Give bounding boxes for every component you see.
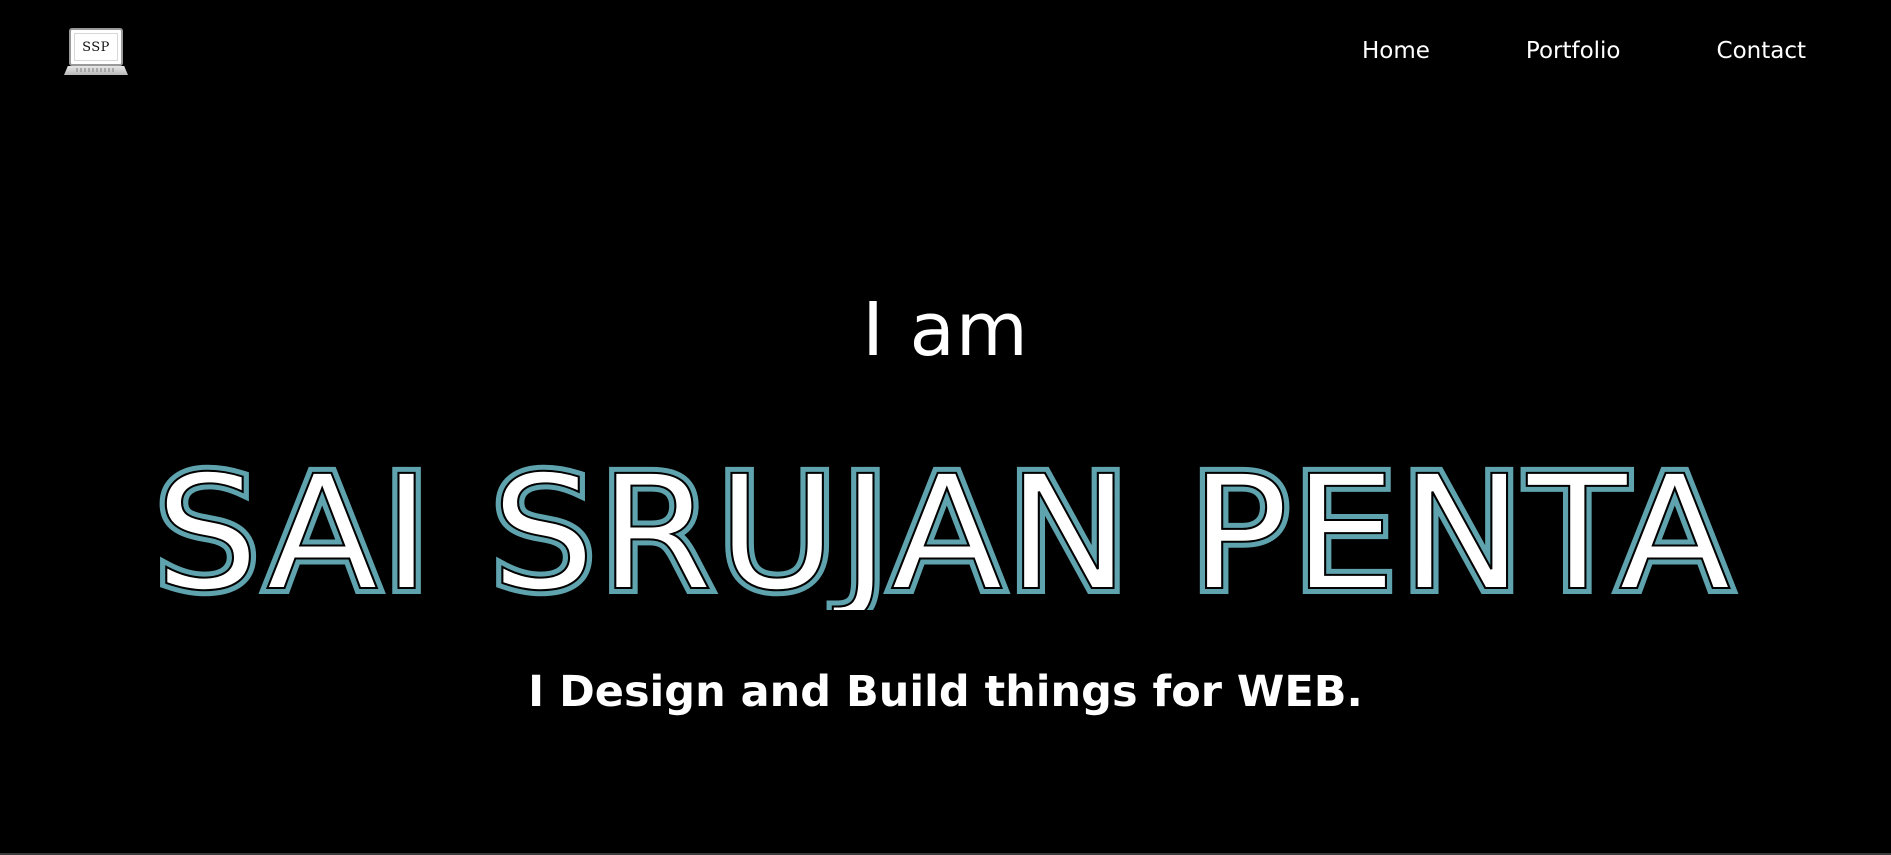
name-heading: SAI SRUJAN PENTA SAI SRUJAN PENTA [149,436,1737,610]
hero-section: I am SAI SRUJAN PENTA SAI SRUJAN PENTA I… [0,0,1891,855]
name-inner-outline-text: SAI SRUJAN PENTA [155,442,1735,610]
intro-text: I am [862,287,1029,373]
tagline-text: I Design and Build things for WEB. [528,667,1363,717]
